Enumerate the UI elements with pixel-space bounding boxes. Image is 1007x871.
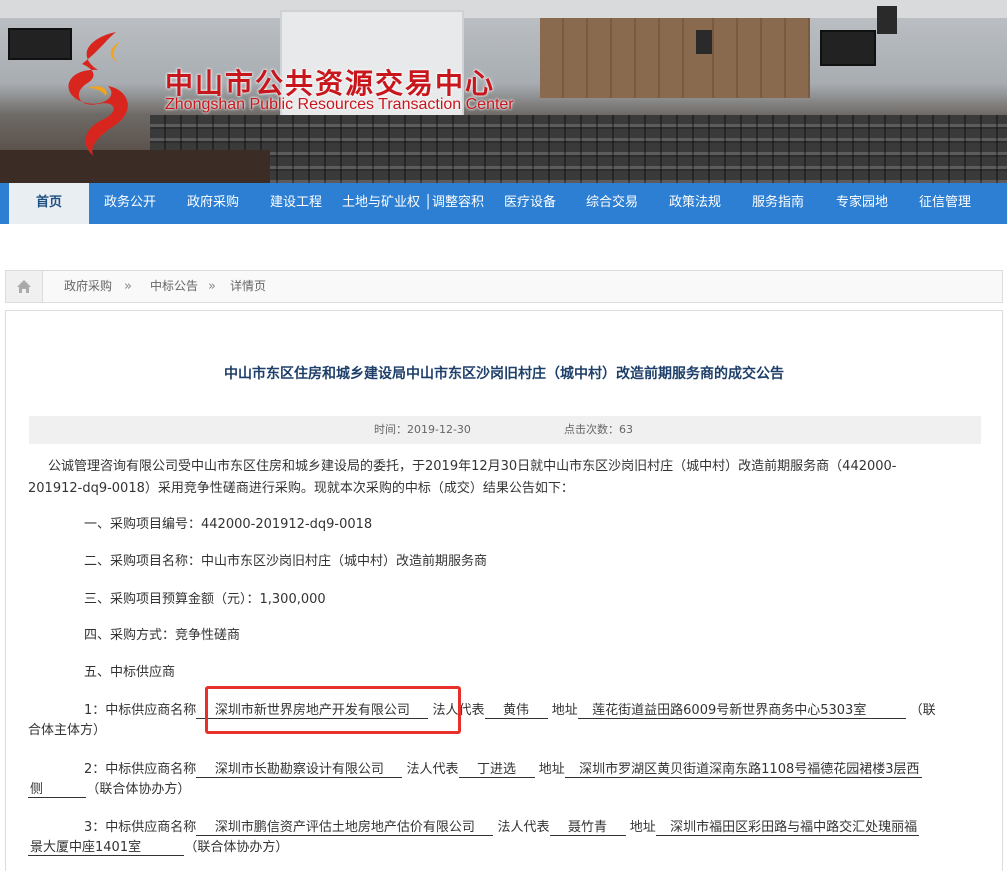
breadcrumb-item-award-notice[interactable]: 中标公告: [150, 271, 198, 302]
supplier-2-addr: 深圳市罗湖区黄贝街道深南东路1108号福德花园裙楼3层西: [564, 762, 922, 778]
supplier-1-prefix: 1：中标供应商名称: [84, 703, 197, 718]
supplier-2-addr-label: 地址: [538, 762, 565, 777]
article-item-method: 四、采购方式：竞争性磋商: [84, 628, 241, 643]
supplier-1-addr: 莲花街道益田路6009号新世界商务中心5303室: [577, 703, 906, 719]
supplier-2-rep: 丁进选: [458, 762, 535, 778]
banner-wall: [540, 18, 690, 98]
supplier-2-addr2: 侧: [28, 782, 87, 798]
article-item-project-number: 一、采购项目编号：442000-201912-dq9-0018: [84, 517, 373, 532]
article-item-supplier-heading: 五、中标供应商: [84, 665, 176, 680]
supplier-3-line: 3：中标供应商名称 深圳市鹏信资产评估土地房地产估价有限公司 法人代表 聂竹青 …: [84, 818, 920, 838]
nav-item-service-guide[interactable]: 服务指南: [738, 183, 818, 224]
nav-item-land-mining[interactable]: 土地与矿业权 │调整容积率: [338, 183, 488, 250]
header-banner: 中山市公共资源交易中心 Zhongshan Public Resources T…: [0, 0, 1007, 185]
banner-seats: [150, 115, 1007, 185]
nav-item-construction[interactable]: 建设工程: [256, 183, 336, 224]
supplier-2-prefix: 2：中标供应商名称: [84, 762, 197, 777]
home-icon: [17, 280, 31, 293]
banner-speaker: [696, 30, 712, 54]
article-intro-line1: 公诚管理咨询有限公司受中山市东区住房和城乡建设局的委托，于2019年12月30日…: [48, 459, 897, 474]
breadcrumb-item-detail: 详情页: [230, 279, 267, 293]
nav-item-experts[interactable]: 专家园地: [822, 183, 902, 224]
article-intro-line2: 201912-dq9-0018）采用竞争性磋商进行采购。现就本次采购的中标（成交…: [28, 481, 574, 496]
supplier-1-highlight-box: [205, 686, 461, 734]
supplier-3-addr-label: 地址: [629, 820, 656, 835]
supplier-3-rep: 聂竹青: [549, 820, 626, 836]
supplier-2-name: 深圳市长勘勘察设计有限公司: [196, 762, 403, 778]
center-logo-icon: [68, 32, 128, 156]
article-item-budget: 三、采购项目预算金额（元）：1,300,000: [84, 592, 326, 607]
supplier-2-line: 2：中标供应商名称 深圳市长勘勘察设计有限公司 法人代表 丁进选 地址 深圳市罗…: [84, 760, 922, 780]
supplier-3-prefix: 3：中标供应商名称: [84, 820, 197, 835]
main-nav: 首页 政务公开 政府采购 建设工程 土地与矿业权 │调整容积率 医疗设备 综合交…: [0, 183, 1007, 250]
nav-item-medical-equipment[interactable]: 医疗设备: [490, 183, 570, 224]
article-item-project-name: 二、采购项目名称：中山市东区沙岗旧村庄（城中村）改造前期服务商: [84, 554, 488, 569]
article-views: 点击次数：63: [564, 423, 633, 436]
breadcrumb-item-procurement[interactable]: 政府采购: [64, 271, 112, 302]
article-time: 时间：2019-12-30: [374, 423, 471, 436]
supplier-3-role: （联合体协办方）: [184, 840, 289, 855]
breadcrumb: 政府采购 » 中标公告 » 详情页: [5, 270, 1003, 303]
supplier-2-line2: 侧 （联合体协办方）: [28, 780, 190, 800]
banner-ceiling: [0, 0, 1007, 18]
nav-item-policies[interactable]: 政策法规: [655, 183, 735, 224]
supplier-1-addr-label: 地址: [551, 703, 578, 718]
supplier-3-addr: 深圳市福田区彩田路与福中路交汇处瑰丽福: [655, 820, 920, 836]
supplier-2-role: （联合体协办方）: [86, 782, 191, 797]
breadcrumb-separator: »: [124, 279, 132, 294]
breadcrumb-separator: »: [208, 279, 216, 294]
nav-item-credit[interactable]: 征信管理: [905, 183, 985, 224]
supplier-2-rep-label: 法人代表: [406, 762, 459, 777]
breadcrumb-home[interactable]: [6, 271, 43, 302]
nav-item-home[interactable]: 首页: [9, 183, 89, 224]
supplier-1-rep: 黄伟: [484, 703, 548, 719]
article-meta: 时间：2019-12-30 点击次数：63: [29, 416, 981, 444]
brand-title-en: Zhongshan Public Resources Transaction C…: [165, 96, 514, 113]
supplier-3-line2: 景大厦中座1401室 （联合体协办方）: [28, 838, 288, 858]
nav-item-government-affairs[interactable]: 政务公开: [90, 183, 170, 224]
supplier-1-role: 合体主体方）: [28, 723, 107, 738]
banner-tv: [820, 30, 876, 66]
supplier-3-rep-label: 法人代表: [497, 820, 550, 835]
supplier-3-name: 深圳市鹏信资产评估土地房地产估价有限公司: [196, 820, 494, 836]
nav-item-procurement[interactable]: 政府采购: [173, 183, 253, 224]
nav-item-comprehensive-trade[interactable]: 综合交易: [572, 183, 652, 224]
article-title: 中山市东区住房和城乡建设局中山市东区沙岗旧村庄（城中村）改造前期服务商的成交公告: [224, 366, 784, 382]
supplier-1-role-a: （联: [909, 703, 936, 718]
banner-speaker: [877, 6, 897, 34]
